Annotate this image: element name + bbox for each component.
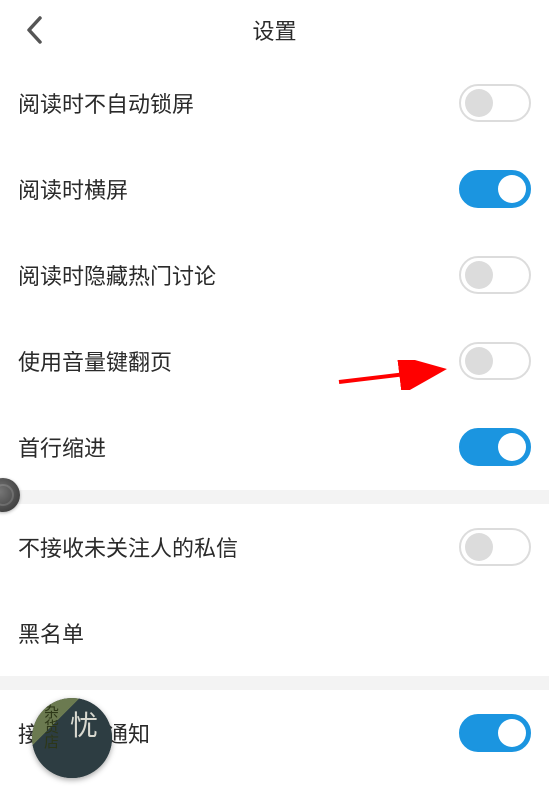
row-label: 使用音量键翻页 — [18, 345, 172, 377]
toggle-block-dm[interactable] — [459, 528, 531, 566]
row-label: 阅读时横屏 — [18, 173, 128, 205]
book-cover-icon: 杂货店 忧 — [32, 698, 112, 778]
row-hide-discussion: 阅读时隐藏热门讨论 — [0, 232, 549, 318]
toggle-auto-lock[interactable] — [459, 84, 531, 122]
chevron-left-icon — [24, 15, 46, 45]
row-label: 首行缩进 — [18, 431, 106, 463]
row-label: 阅读时不自动锁屏 — [18, 87, 194, 119]
row-auto-lock: 阅读时不自动锁屏 — [0, 60, 549, 146]
row-landscape: 阅读时横屏 — [0, 146, 549, 232]
row-blacklist[interactable]: 黑名单 — [0, 590, 549, 676]
back-button[interactable] — [24, 15, 46, 45]
section-gap — [0, 676, 549, 690]
section-gap — [0, 490, 549, 504]
toggle-indent[interactable] — [459, 428, 531, 466]
row-label: 黑名单 — [18, 617, 84, 649]
page-title: 设置 — [252, 14, 296, 46]
book-title: 忧 — [70, 704, 98, 744]
row-indent: 首行缩进 — [0, 404, 549, 490]
row-block-dm: 不接收未关注人的私信 — [0, 504, 549, 590]
row-label: 阅读时隐藏热门讨论 — [18, 259, 216, 291]
toggle-push-notify[interactable] — [459, 714, 531, 752]
toggle-hide-discussion[interactable] — [459, 256, 531, 294]
row-label: 不接收未关注人的私信 — [18, 531, 238, 563]
floating-book-button[interactable]: 杂货店 忧 — [32, 698, 112, 778]
toggle-volume-page[interactable] — [459, 342, 531, 380]
toggle-landscape[interactable] — [459, 170, 531, 208]
book-subtitle: 杂货店 — [40, 704, 61, 749]
header: 设置 — [0, 0, 549, 60]
row-volume-page: 使用音量键翻页 — [0, 318, 549, 404]
